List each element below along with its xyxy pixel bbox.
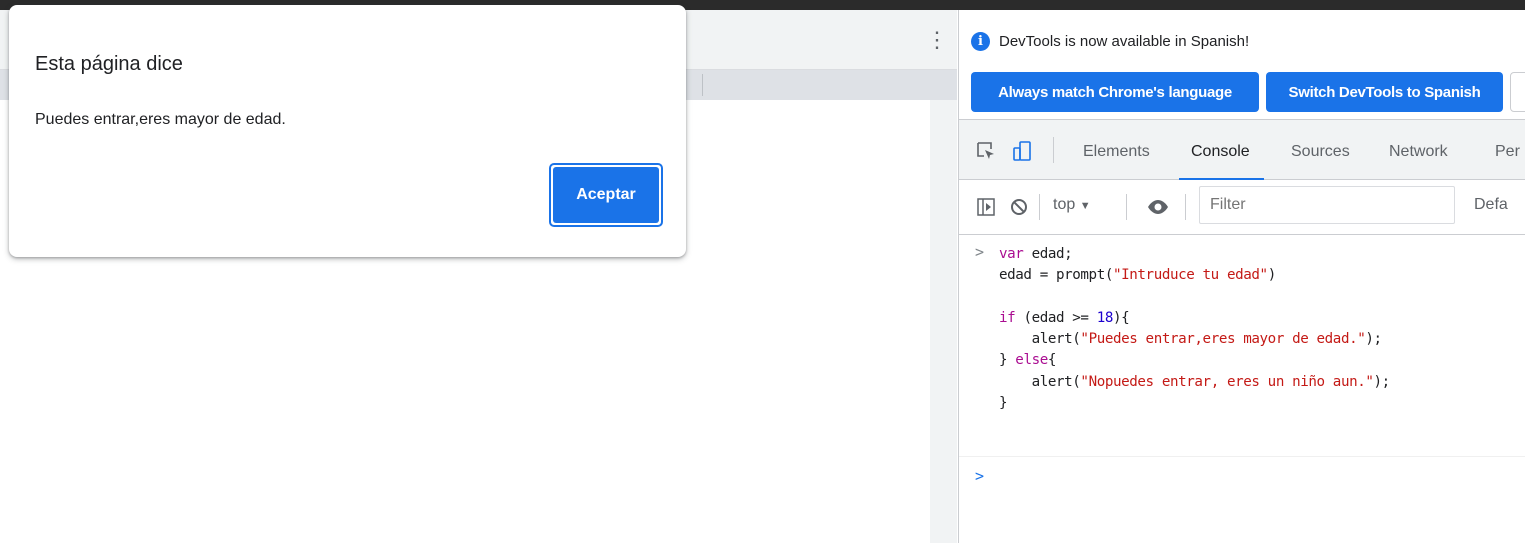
code-line: alert("Puedes entrar,eres mayor de edad.…	[999, 331, 1383, 348]
console-prompt-icon[interactable]: >	[975, 467, 984, 485]
inspect-element-icon[interactable]	[975, 140, 997, 162]
accept-button-label: Aceptar	[553, 167, 659, 223]
code-line: }	[999, 395, 1008, 412]
context-selector-label: top	[1053, 196, 1076, 213]
tab-elements[interactable]: Elements	[1083, 120, 1150, 180]
alert-dialog: Esta página dice Puedes entrar,eres mayo…	[9, 5, 686, 257]
code-line: edad = prompt("Intruduce tu edad")	[999, 267, 1276, 284]
code-line: var edad;	[999, 246, 1073, 262]
language-infobar: i DevTools is now available in Spanish! …	[959, 10, 1525, 120]
tab-network[interactable]: Network	[1389, 120, 1448, 180]
tabbar-divider	[1053, 137, 1054, 163]
console-output: > var edad; edad = prompt("Intruduce tu …	[959, 235, 1525, 543]
tab-sources[interactable]: Sources	[1291, 120, 1350, 180]
code-line: if (edad >= 18){	[999, 309, 1130, 326]
tab-console[interactable]: Console	[1179, 120, 1264, 180]
context-selector[interactable]: top ▼	[1053, 196, 1091, 214]
always-match-language-button[interactable]: Always match Chrome's language	[971, 72, 1259, 112]
dialog-message: Puedes entrar,eres mayor de edad.	[35, 111, 286, 128]
devtools-tabbar: Elements Console Sources Network Per	[959, 120, 1525, 180]
sidebar-toggle-icon[interactable]	[976, 197, 996, 217]
console-toolbar-divider	[1126, 194, 1127, 220]
console-entry-divider	[959, 456, 1525, 457]
console-toolbar-divider	[1039, 194, 1040, 220]
console-code-block: var edad; edad = prompt("Intruduce tu ed…	[999, 244, 1390, 414]
log-levels-dropdown[interactable]: Defa	[1474, 196, 1508, 214]
console-toolbar: top ▼ Defa	[959, 180, 1525, 235]
switch-devtools-spanish-button[interactable]: Switch DevTools to Spanish	[1266, 72, 1503, 112]
infobar-text: DevTools is now available in Spanish!	[999, 33, 1250, 50]
filter-input[interactable]	[1199, 186, 1455, 224]
code-line: } else{	[999, 352, 1057, 369]
tab-performance[interactable]: Per	[1495, 120, 1520, 180]
page-gutter	[930, 100, 957, 543]
accept-button[interactable]: Aceptar	[549, 163, 663, 227]
chevron-down-icon: ▼	[1079, 200, 1091, 212]
console-toolbar-divider	[1185, 194, 1186, 220]
kebab-menu-icon[interactable]: ⋮	[926, 26, 948, 54]
input-chevron-icon: >	[975, 243, 985, 261]
code-line: alert("Nopuedes entrar, eres un niño aun…	[999, 373, 1391, 390]
subbar-divider	[702, 74, 703, 96]
dialog-title: Esta página dice	[35, 53, 183, 75]
info-icon: i	[971, 32, 990, 51]
devtools-panel: i DevTools is now available in Spanish! …	[958, 10, 1525, 543]
device-toolbar-icon[interactable]	[1011, 140, 1033, 162]
dont-show-again-button[interactable]	[1510, 72, 1525, 112]
clear-console-icon[interactable]	[1009, 197, 1029, 217]
eye-icon[interactable]	[1147, 197, 1168, 217]
